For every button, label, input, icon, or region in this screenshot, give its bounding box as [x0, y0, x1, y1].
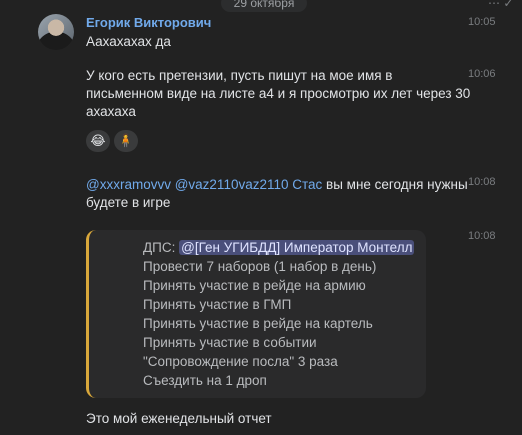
- message-time: 10:05: [468, 16, 496, 28]
- quote-line: Принять участие в событии: [143, 335, 317, 350]
- date-separator: 29 октября: [221, 0, 307, 12]
- message-line: вы мне сегодня нужны: [322, 177, 468, 192]
- message-line: У кого есть претензии, пусть пишут на мо…: [86, 68, 393, 83]
- quote-text: ДПС: @[Ген УГИБДД] Император Монтелл Про…: [143, 238, 415, 390]
- message-time: 10:06: [468, 68, 496, 80]
- quote-line: Съездить на 1 дроп: [143, 373, 267, 388]
- message-time: 10:08: [468, 176, 496, 188]
- message-text: Это мой еженедельный отчет: [86, 411, 272, 426]
- message-line: будете в игре: [86, 195, 171, 210]
- message-actions-icon[interactable]: ⋯ ✓: [488, 0, 513, 10]
- message-line: ахахаха: [86, 104, 136, 119]
- reactions-row: 😂 🧍: [86, 130, 138, 152]
- author-name[interactable]: Егорик Викторович: [86, 15, 211, 30]
- message-text: @xxxramovvv @vaz2110vaz2110 Стас вы мне …: [86, 176, 468, 212]
- quote-line: Провести 7 наборов (1 набор в день): [143, 259, 377, 274]
- person-emoji-icon[interactable]: 🧍: [114, 130, 138, 152]
- laughing-emoji-icon[interactable]: 😂: [86, 130, 110, 152]
- quote-line: Принять участие в рейде на армию: [143, 278, 366, 293]
- message-text: У кого есть претензии, пусть пишут на мо…: [86, 67, 470, 121]
- message-text: Аахахахах да: [86, 34, 171, 49]
- message-time: 10:08: [468, 230, 496, 242]
- mention-links[interactable]: @xxxramovvv @vaz2110vaz2110 Стас: [86, 177, 322, 192]
- mention-highlight[interactable]: @[Ген УГИБДД] Император Монтелл: [179, 240, 415, 255]
- avatar[interactable]: [38, 14, 74, 50]
- quote-line: Принять участие в рейде на картель: [143, 316, 373, 331]
- quote-line: "Сопровождение посла" 3 раза: [143, 354, 338, 369]
- quote-prefix: ДПС:: [143, 240, 180, 255]
- message-line: письменном виде на листе а4 и я просмотр…: [86, 86, 471, 101]
- quote-line: Принять участие в ГМП: [143, 297, 292, 312]
